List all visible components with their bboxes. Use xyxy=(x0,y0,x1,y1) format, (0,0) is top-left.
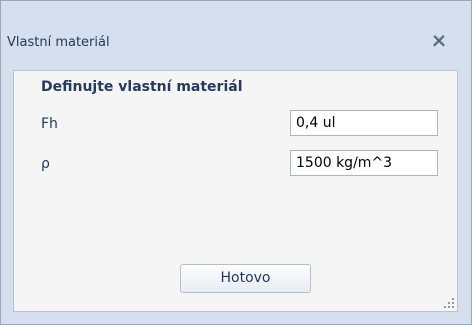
rho-label: ρ xyxy=(41,156,50,172)
resize-grip-icon[interactable] xyxy=(444,298,454,308)
done-button[interactable]: Hotovo xyxy=(180,264,311,293)
fh-input[interactable] xyxy=(290,110,438,136)
fh-label: Fh xyxy=(41,116,58,132)
window-title: Vlastní materiál xyxy=(7,35,110,50)
form-heading: Definujte vlastní materiál xyxy=(41,79,243,95)
dialog-window: Vlastní materiál Definujte vlastní mater… xyxy=(0,0,472,325)
close-button[interactable] xyxy=(429,31,449,51)
content-panel: Definujte vlastní materiál Fh ρ Hotovo xyxy=(13,70,458,312)
rho-input[interactable] xyxy=(290,150,438,176)
close-icon xyxy=(432,34,446,47)
title-bar[interactable]: Vlastní materiál xyxy=(1,1,471,51)
